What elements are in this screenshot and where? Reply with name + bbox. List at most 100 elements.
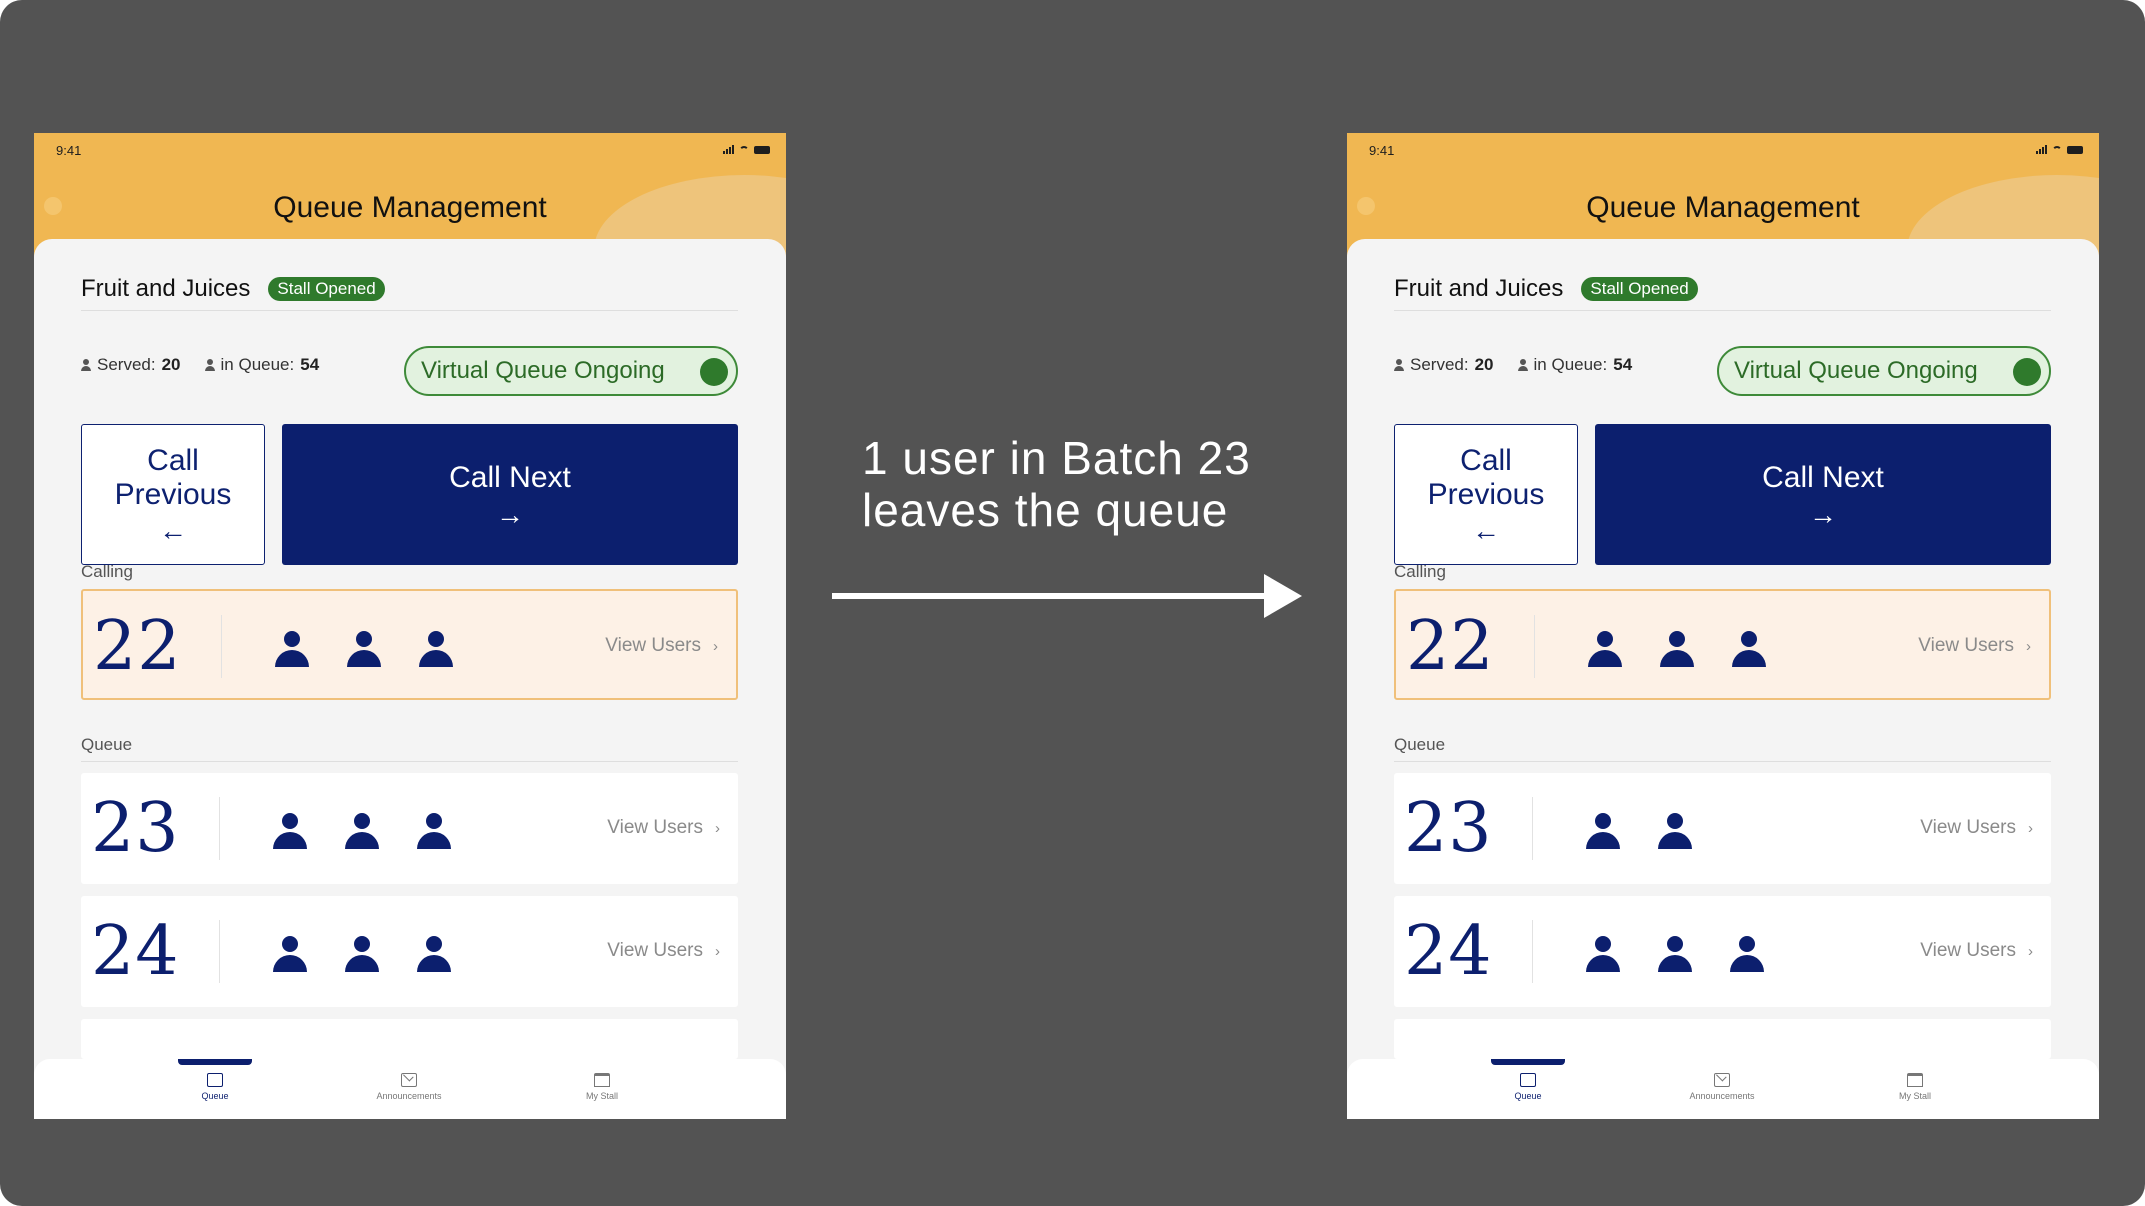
in-queue-label: in Queue: (1533, 355, 1608, 374)
person-icon (1394, 359, 1404, 371)
queue-batch-card[interactable]: 23 View Users › (1394, 773, 2051, 884)
store-icon (594, 1073, 610, 1087)
view-users-link[interactable]: View Users › (607, 817, 720, 839)
view-users-link[interactable]: View Users › (1920, 817, 2033, 839)
queue-batch-card[interactable]: 23 View Users › (81, 773, 738, 884)
tab-label: Queue (201, 1091, 229, 1101)
batch-users (1588, 631, 1766, 667)
bottom-tab-bar: Queue Announcements My Stall (1347, 1059, 2099, 1119)
store-icon (1907, 1073, 1923, 1087)
call-next-button[interactable]: Call Next → (282, 424, 738, 565)
served-stat: Served: 20 (81, 355, 181, 375)
user-icon (345, 813, 379, 849)
calling-section-label: Calling (81, 562, 133, 581)
divider (1532, 797, 1533, 860)
page-title: Queue Management (273, 191, 547, 224)
virtual-queue-toggle[interactable]: Virtual Queue Ongoing (404, 346, 738, 396)
page-title: Queue Management (1586, 191, 1860, 224)
tab-label: Announcements (376, 1091, 442, 1101)
signal-icon (2036, 145, 2047, 154)
in-queue-stat: in Queue: 54 (1517, 355, 1633, 375)
user-icon (1586, 813, 1620, 849)
served-stat: Served: 20 (1394, 355, 1494, 375)
view-users-label: View Users (1918, 635, 2014, 656)
user-icon (1732, 631, 1766, 667)
view-users-label: View Users (607, 940, 703, 961)
view-users-label: View Users (607, 817, 703, 838)
caption-line-2: leaves the queue (862, 484, 1229, 536)
tab-my-stall[interactable]: My Stall (542, 1073, 662, 1101)
in-queue-count: 54 (1613, 355, 1633, 374)
virtual-queue-toggle[interactable]: Virtual Queue Ongoing (1717, 346, 2051, 396)
call-previous-button[interactable]: Call Previous ← (81, 424, 265, 565)
user-icon (1658, 936, 1692, 972)
arrow-shaft (832, 593, 1272, 599)
in-queue-count: 54 (300, 355, 320, 374)
view-users-link[interactable]: View Users › (607, 940, 720, 962)
wifi-icon (2052, 145, 2062, 154)
queue-batch-card[interactable]: 24 View Users › (81, 896, 738, 1007)
tab-announcements[interactable]: Announcements (349, 1073, 469, 1101)
active-tab-indicator (178, 1059, 252, 1065)
divider (221, 615, 222, 678)
arrow-head (1264, 574, 1302, 618)
queue-batch-card[interactable]: 24 View Users › (1394, 896, 2051, 1007)
user-icon (1658, 813, 1692, 849)
view-users-link[interactable]: View Users › (1920, 940, 2033, 962)
calling-batch-card[interactable]: 22 View Users › (1394, 589, 2051, 700)
view-users-link[interactable]: View Users › (1918, 635, 2031, 657)
divider (1534, 615, 1535, 678)
signal-icon (723, 145, 734, 154)
person-icon (81, 359, 91, 371)
queue-section-label: Queue (1394, 735, 1446, 754)
call-next-button[interactable]: Call Next → (1595, 424, 2051, 565)
chevron-right-icon: › (2026, 637, 2031, 655)
batch-users (1586, 813, 1692, 849)
batch-number: 22 (1406, 607, 1495, 686)
served-label: Served: (97, 355, 156, 374)
divider (219, 797, 220, 860)
queue-section-label: Queue (81, 735, 133, 754)
served-count: 20 (161, 355, 181, 374)
user-icon (417, 813, 451, 849)
batch-users (275, 631, 453, 667)
batch-number: 24 (1404, 912, 1493, 991)
batch-users (273, 813, 451, 849)
main-content: Fruit and Juices Stall Opened Served: 20… (1347, 239, 2099, 1119)
tab-announcements[interactable]: Announcements (1662, 1073, 1782, 1101)
tab-queue[interactable]: Queue (1468, 1073, 1588, 1101)
stall-status-badge: Stall Opened (1581, 276, 1698, 301)
stall-status-badge: Stall Opened (268, 276, 385, 301)
active-tab-indicator (1491, 1059, 1565, 1065)
screen-before: 9:41 Queue Management Fruit and Juices S… (34, 133, 786, 1119)
user-icon (273, 813, 307, 849)
calling-batch-card[interactable]: 22 View Users › (81, 589, 738, 700)
tab-label: My Stall (1898, 1091, 1931, 1101)
served-count: 20 (1474, 355, 1494, 374)
chevron-right-icon: › (2028, 819, 2033, 837)
tab-queue[interactable]: Queue (155, 1073, 275, 1101)
view-users-link[interactable]: View Users › (605, 635, 718, 657)
arrow-left-icon: ← (1472, 514, 1500, 546)
divider (219, 920, 220, 983)
call-previous-label-line1: Call (147, 443, 199, 477)
stall-name: Fruit and Juices (1394, 274, 1564, 302)
batch-number: 24 (91, 912, 180, 991)
served-label: Served: (1410, 355, 1469, 374)
arrow-left-icon: ← (159, 514, 187, 546)
chevron-right-icon: › (2028, 942, 2033, 960)
call-previous-label-line2: Previous (1427, 477, 1545, 511)
caption-line-1: 1 user in Batch 23 (862, 432, 1251, 484)
divider (81, 761, 738, 762)
tab-my-stall[interactable]: My Stall (1855, 1073, 1975, 1101)
queue-icon (207, 1073, 223, 1087)
toggle-knob[interactable] (2013, 358, 2041, 386)
arrow-right-icon: → (1809, 498, 1837, 530)
stall-name: Fruit and Juices (81, 274, 251, 302)
status-icons (2036, 145, 2083, 154)
batch-users (273, 936, 451, 972)
call-previous-button[interactable]: Call Previous ← (1394, 424, 1578, 565)
toggle-knob[interactable] (700, 358, 728, 386)
queue-stats: Served: 20 in Queue: 54 (81, 355, 319, 375)
virtual-queue-label: Virtual Queue Ongoing (1734, 357, 1978, 384)
